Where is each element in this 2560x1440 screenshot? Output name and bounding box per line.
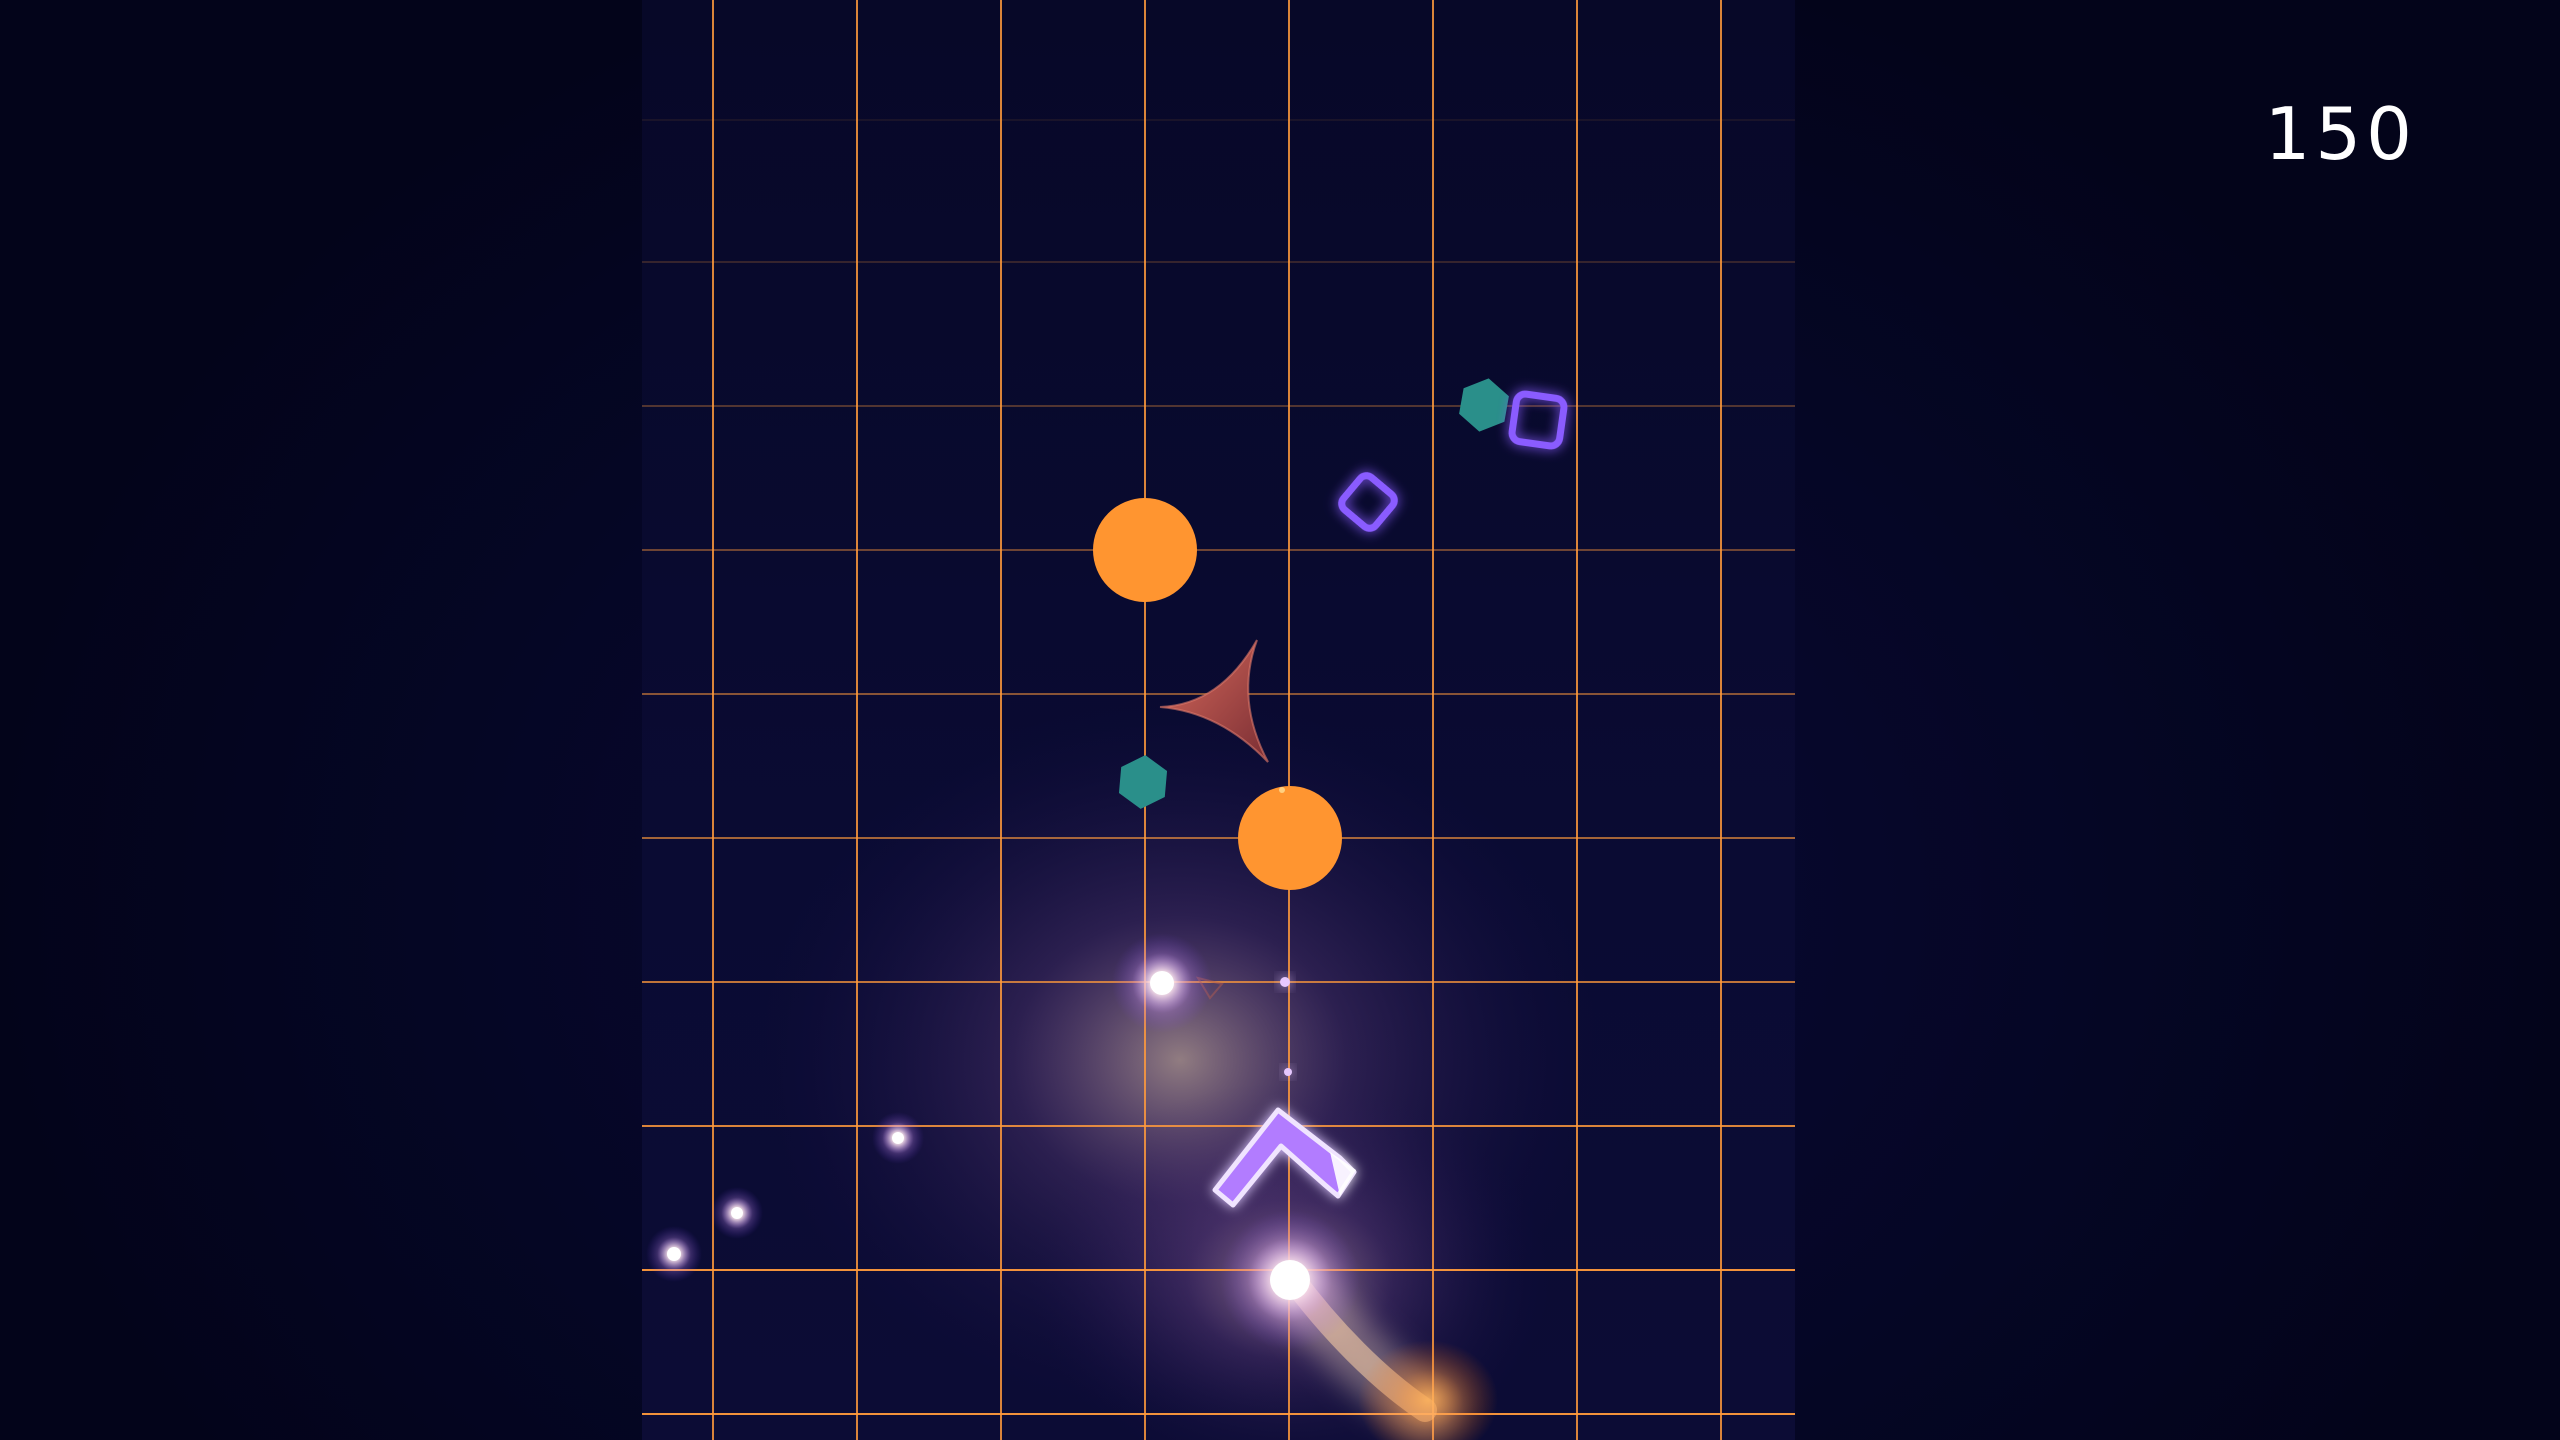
orange-orb <box>1093 498 1197 602</box>
violet-square-ring <box>1508 390 1568 450</box>
orange-orb <box>1238 786 1342 890</box>
game-scene <box>642 0 1795 1440</box>
spark <box>1112 933 1212 1033</box>
player-bullet <box>1284 1068 1292 1076</box>
spark <box>1220 1210 1360 1350</box>
ambient-glow <box>760 700 1600 1440</box>
game-canvas[interactable]: 150 <box>0 0 2560 1440</box>
violet-square-ring <box>1338 472 1398 532</box>
player-bullet <box>1280 977 1290 987</box>
spark <box>872 1112 924 1164</box>
teal-hexagon <box>1459 378 1509 432</box>
spark <box>711 1187 763 1239</box>
score-counter: 150 <box>2264 92 2417 176</box>
spark <box>646 1226 702 1282</box>
